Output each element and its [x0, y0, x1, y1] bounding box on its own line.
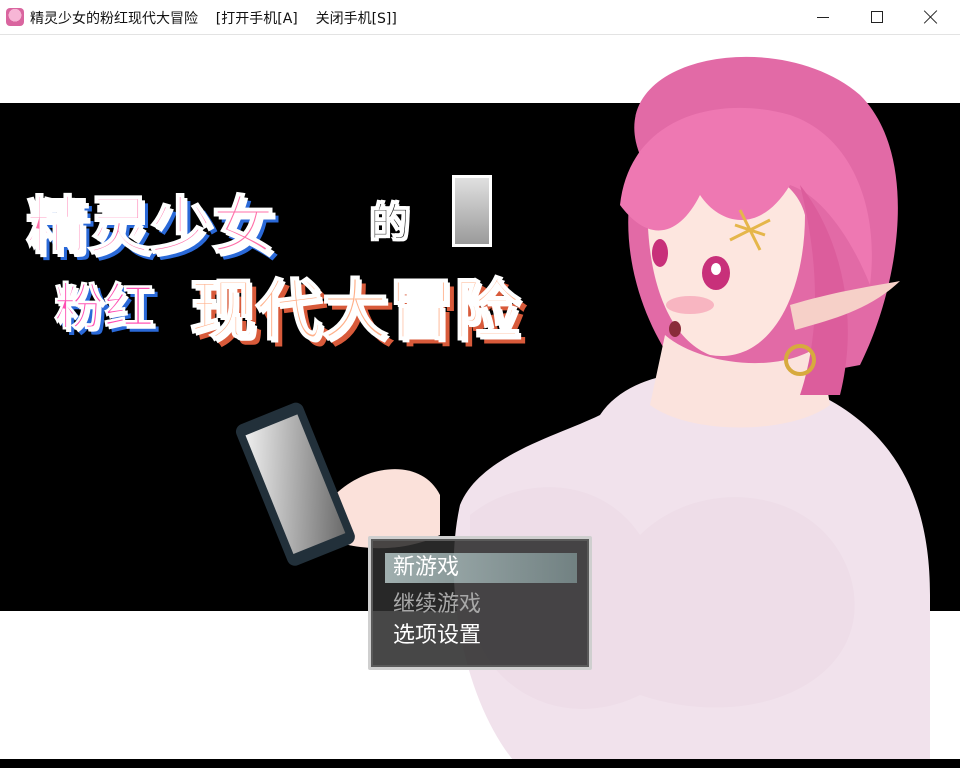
logo-connector: 的 — [370, 200, 411, 247]
logo-phone-block — [452, 175, 492, 247]
logo-pink-text: 粉红 — [54, 278, 155, 337]
logo-main-text: 现代大冒险 — [189, 271, 521, 350]
maximize-button[interactable] — [854, 0, 900, 34]
minimize-icon — [817, 16, 829, 18]
window-title: 精灵少女的粉红现代大冒险 [打开手机[A] 关闭手机[S]] — [30, 11, 397, 27]
game-screen: 精灵少女 的 粉红 现代大冒险 新游戏 继续游戏 选项设置 — [0, 35, 960, 768]
menu-new-game[interactable]: 新游戏 — [385, 553, 577, 583]
menu-continue[interactable]: 继续游戏 — [385, 590, 577, 620]
logo-line-1: 精灵少女 — [25, 188, 275, 263]
menu-options[interactable]: 选项设置 — [385, 621, 577, 651]
close-icon — [924, 10, 938, 24]
app-icon — [6, 8, 24, 26]
title-menu: 新游戏 继续游戏 选项设置 — [368, 536, 592, 670]
maximize-icon — [871, 11, 883, 23]
window-titlebar: 精灵少女的粉红现代大冒险 [打开手机[A] 关闭手机[S]] — [0, 0, 960, 35]
bottom-border — [0, 759, 960, 768]
close-button[interactable] — [908, 0, 954, 34]
minimize-button[interactable] — [800, 0, 846, 34]
